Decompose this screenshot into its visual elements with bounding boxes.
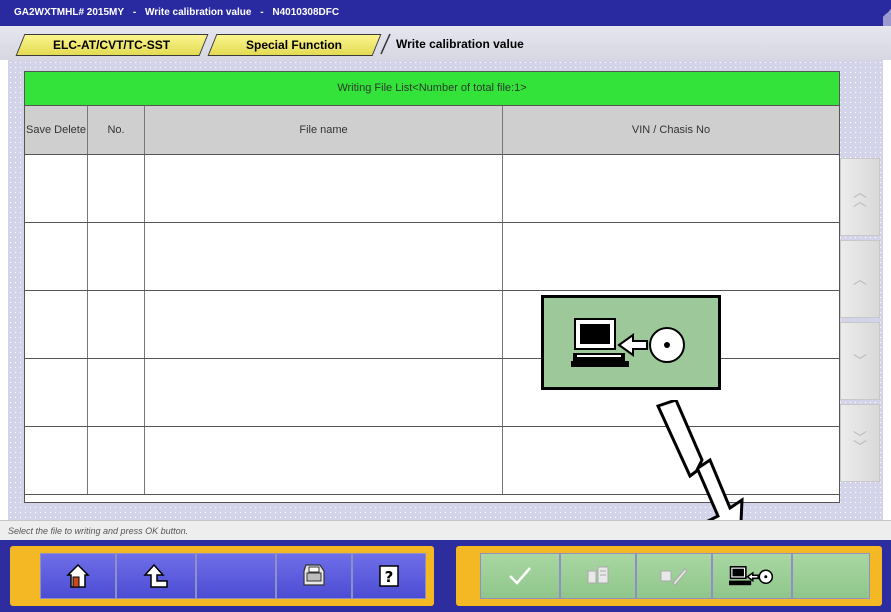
status-bar: Select the file to writing and press OK … [0, 520, 891, 540]
svg-text:?: ? [385, 568, 394, 586]
cell-file-name [145, 155, 503, 222]
col-vin: VIN / Chasis No [631, 123, 711, 136]
table-row[interactable] [25, 223, 839, 291]
title-sep-1: - [132, 7, 137, 18]
breadcrumb-separator [380, 33, 391, 55]
ecu-file-icon [587, 566, 609, 584]
chevron-up-icon: ︿ [853, 270, 867, 287]
scroll-controls: ︿ ︿ ︿ ﹀ ﹀ ﹀ [840, 158, 880, 486]
col-file-name: File name [145, 106, 503, 154]
action-button-group [456, 546, 882, 606]
table-row[interactable] [25, 155, 839, 223]
help-icon: ? [379, 565, 399, 587]
cell-save-delete[interactable] [25, 223, 88, 290]
cell-file-name [145, 427, 503, 494]
scroll-down-button[interactable]: ﹀ [840, 322, 880, 400]
home-icon [66, 563, 90, 588]
cell-number [88, 291, 145, 358]
ok-check-icon [509, 567, 531, 585]
write-to-disc-icon [729, 566, 774, 586]
ok-button[interactable] [480, 553, 560, 599]
cell-number [88, 155, 145, 222]
breadcrumb-system-label: ELC-AT/CVT/TC-SST [53, 38, 171, 52]
col-save-delete: Save Delete [25, 106, 88, 154]
scroll-up-button[interactable]: ︿ [840, 240, 880, 318]
title-part-number: N4010308DFC [272, 7, 340, 18]
cell-save-delete[interactable] [25, 427, 88, 494]
blank-button[interactable] [196, 553, 276, 599]
cell-vin [503, 223, 839, 290]
breadcrumb-current: Write calibration value [396, 37, 524, 51]
cell-file-name [145, 223, 503, 290]
window-title-bar: GA2WXTMHL# 2015MY - Write calibration va… [0, 0, 891, 26]
table-title: Writing File List<Number of total file:1… [25, 72, 839, 106]
write-button-callout [541, 295, 721, 390]
title-vehicle: GA2WXTMHL# 2015MY [14, 7, 125, 18]
write-to-disc-icon [571, 317, 685, 367]
title-function: Write calibration value [144, 7, 252, 18]
cell-number [88, 359, 145, 426]
cell-file-name [145, 359, 503, 426]
cell-save-delete[interactable] [25, 291, 88, 358]
nav-button-group: ? [10, 546, 434, 606]
column-headers: Save Delete No. File name VIN / Chasis N… [25, 106, 839, 155]
scroll-bottom-button[interactable]: ﹀ ﹀ [840, 404, 880, 482]
cell-number [88, 223, 145, 290]
print-button[interactable] [276, 553, 352, 599]
blank-action-button[interactable] [792, 553, 870, 599]
home-button[interactable] [40, 553, 116, 599]
printer-icon [303, 564, 325, 586]
edit-icon [660, 568, 688, 586]
col-number: No. [88, 106, 145, 154]
chevron-down-icon: ﹀ [853, 352, 867, 369]
cell-save-delete[interactable] [25, 359, 88, 426]
cell-file-name [145, 291, 503, 358]
breadcrumb-special-function[interactable]: Special Function [207, 34, 382, 56]
edit-button[interactable] [636, 553, 712, 599]
bottom-toolbar: ? [0, 540, 891, 612]
main-panel: Writing File List<Number of total file:1… [8, 60, 883, 520]
breadcrumb-special-function-label: Special Function [246, 38, 343, 52]
title-sep-2: - [260, 7, 264, 18]
back-icon [143, 563, 168, 588]
write-to-disc-button[interactable] [712, 553, 792, 599]
cell-vin [503, 155, 839, 222]
help-button[interactable]: ? [352, 553, 426, 599]
ecu-file-button[interactable] [560, 553, 636, 599]
cell-number [88, 427, 145, 494]
breadcrumb-system[interactable]: ELC-AT/CVT/TC-SST [15, 34, 209, 56]
cell-save-delete[interactable] [25, 155, 88, 222]
double-chevron-up-icon: ︿ ︿ [853, 184, 867, 209]
back-button[interactable] [116, 553, 196, 599]
scroll-top-button[interactable]: ︿ ︿ [840, 158, 880, 236]
breadcrumb: ELC-AT/CVT/TC-SST Special Function Write… [0, 26, 891, 60]
double-chevron-down-icon: ﹀ ﹀ [853, 430, 867, 455]
window-corner [883, 0, 891, 26]
